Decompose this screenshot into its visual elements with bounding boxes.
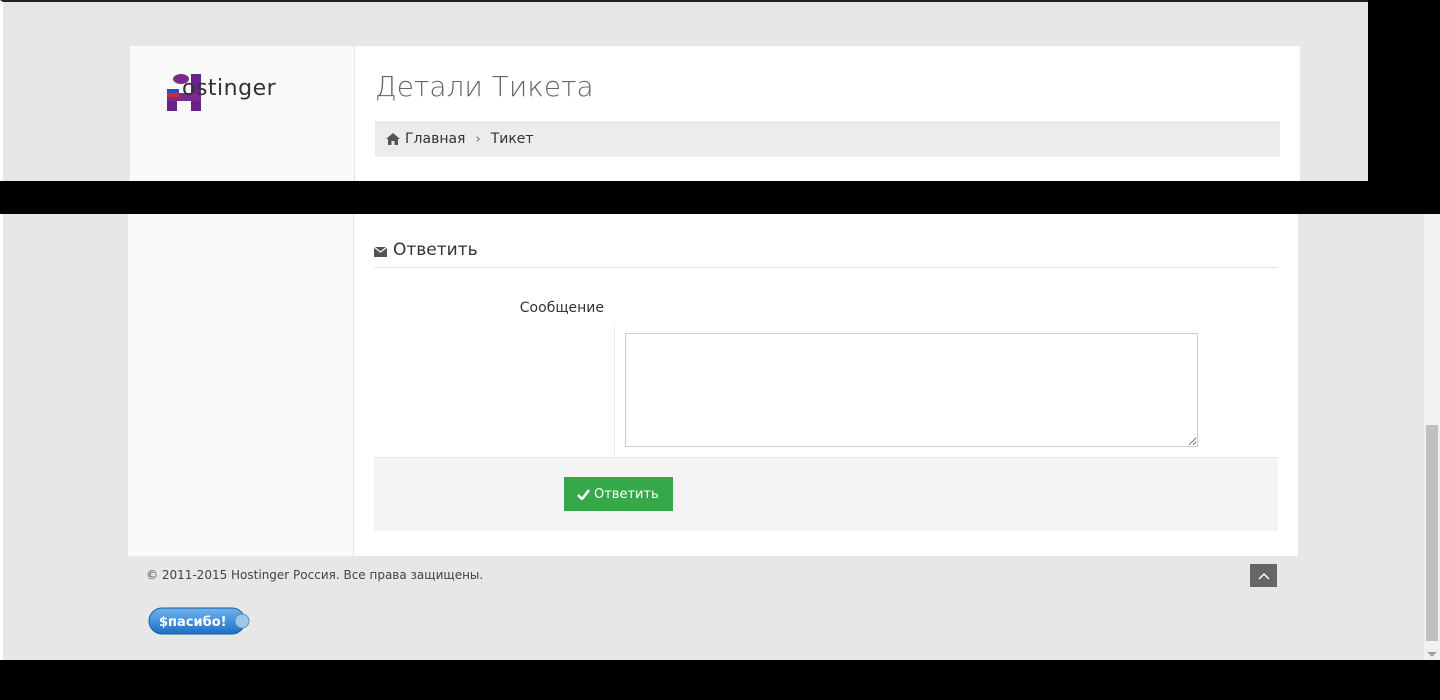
- breadcrumb-home-link[interactable]: Главная: [405, 131, 465, 147]
- breadcrumb-current: Тикет: [490, 131, 534, 147]
- spasibo-text: $пасибо!: [159, 615, 227, 630]
- message-textarea[interactable]: [625, 333, 1198, 447]
- reply-section-title: Ответить: [393, 240, 478, 260]
- chevron-right-icon: ›: [475, 131, 481, 147]
- message-label: Сообщение: [519, 300, 604, 316]
- reply-submit-button[interactable]: Ответить: [564, 477, 673, 511]
- footer-copyright: © 2011-2015 Hostinger Россия. Все права …: [146, 568, 484, 582]
- sidebar-lower: [128, 214, 354, 556]
- envelope-icon: [374, 247, 387, 257]
- scrollbar-thumb[interactable]: [1426, 425, 1438, 641]
- form-actions: Ответить: [374, 457, 1278, 531]
- sidebar: ostinger: [130, 46, 355, 181]
- reply-section-header: Ответить: [374, 240, 1278, 268]
- occlusion-band-bottom: [0, 660, 1440, 700]
- home-icon[interactable]: [386, 133, 400, 145]
- scroll-to-top-button[interactable]: [1250, 564, 1277, 587]
- page-title: Детали Тикета: [375, 70, 594, 103]
- logo-text: ostinger: [182, 76, 277, 101]
- scroll-down-arrow-icon[interactable]: [1427, 652, 1437, 657]
- spasibo-badge[interactable]: $пасибо!: [148, 606, 251, 636]
- check-icon: [577, 488, 590, 500]
- reply-submit-label: Ответить: [594, 486, 659, 502]
- content-card-bottom: Ответить Сообщение Ответить: [128, 214, 1298, 556]
- breadcrumb: Главная › Тикет: [375, 121, 1280, 157]
- chevron-up-icon: [1257, 572, 1270, 580]
- content-card-top: ostinger Детали Тикета Главная › Тикет: [130, 46, 1300, 181]
- form-divider: [614, 322, 615, 457]
- vertical-scrollbar[interactable]: [1424, 214, 1440, 660]
- occlusion-band: [0, 181, 1440, 214]
